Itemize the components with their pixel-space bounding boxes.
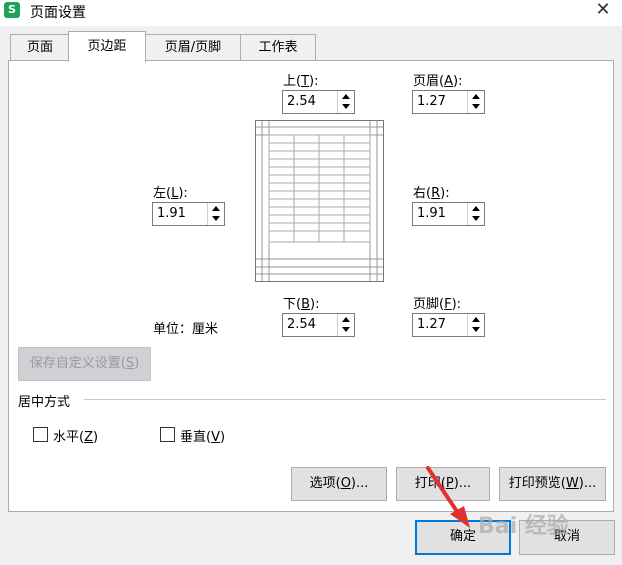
annotation-arrow-icon (426, 466, 470, 528)
page-preview (255, 120, 384, 282)
window-title: 页面设置 (30, 5, 86, 21)
chevron-down-icon[interactable] (472, 216, 480, 221)
right-margin-spinner[interactable]: 1.91 (412, 202, 485, 226)
chevron-up-icon[interactable] (342, 317, 350, 322)
chevron-down-icon[interactable] (212, 216, 220, 221)
tab-margins[interactable]: 页边距 (68, 31, 146, 62)
header-margin-label: 页眉(A): (413, 74, 463, 89)
footer-margin-label: 页脚(F): (413, 297, 462, 312)
chevron-down-icon[interactable] (472, 104, 480, 109)
header-margin-value[interactable]: 1.27 (417, 94, 446, 109)
chevron-up-icon[interactable] (472, 206, 480, 211)
title-bar: S 页面设置 ✕ (0, 0, 622, 26)
right-margin-value[interactable]: 1.91 (417, 206, 446, 221)
options-button[interactable]: 选项(O)... (291, 467, 387, 501)
right-margin-label: 右(R): (413, 186, 450, 201)
watermark: Bai 经验 (478, 514, 569, 539)
tab-page[interactable]: 页面 (10, 34, 70, 60)
right-margin-stepper[interactable] (467, 203, 484, 225)
footer-margin-spinner[interactable]: 1.27 (412, 313, 485, 337)
top-margin-stepper[interactable] (337, 91, 354, 113)
top-margin-label: 上(T): (283, 74, 319, 89)
left-margin-stepper[interactable] (207, 203, 224, 225)
print-preview-button[interactable]: 打印预览(W)... (499, 467, 606, 501)
left-margin-label: 左(L): (153, 186, 188, 201)
horizontal-checkbox[interactable] (33, 427, 48, 442)
header-margin-spinner[interactable]: 1.27 (412, 90, 485, 114)
chevron-up-icon[interactable] (472, 94, 480, 99)
bottom-margin-value[interactable]: 2.54 (287, 317, 316, 332)
vertical-checkbox-label[interactable]: 垂直(V) (180, 426, 225, 445)
chevron-up-icon[interactable] (472, 317, 480, 322)
chevron-up-icon[interactable] (342, 94, 350, 99)
left-margin-spinner[interactable]: 1.91 (152, 202, 225, 226)
app-logo-icon: S (4, 2, 20, 18)
chevron-up-icon[interactable] (212, 206, 220, 211)
bottom-margin-spinner[interactable]: 2.54 (282, 313, 355, 337)
close-icon[interactable]: ✕ (590, 0, 616, 22)
save-custom-settings-button[interactable]: 保存自定义设置(S) (18, 347, 151, 381)
bottom-margin-stepper[interactable] (337, 314, 354, 336)
section-divider (84, 399, 606, 400)
tab-worksheet[interactable]: 工作表 (240, 34, 316, 60)
footer-margin-stepper[interactable] (467, 314, 484, 336)
chevron-down-icon[interactable] (342, 327, 350, 332)
tab-header-footer[interactable]: 页眉/页脚 (144, 34, 242, 60)
top-margin-value[interactable]: 2.54 (287, 94, 316, 109)
bottom-margin-label: 下(B): (283, 297, 320, 312)
center-section-title: 居中方式 (18, 395, 71, 410)
page-preview-diagram (256, 121, 383, 281)
footer-margin-value[interactable]: 1.27 (417, 317, 446, 332)
horizontal-checkbox-label[interactable]: 水平(Z) (53, 426, 98, 445)
chevron-down-icon[interactable] (342, 104, 350, 109)
header-margin-stepper[interactable] (467, 91, 484, 113)
vertical-checkbox[interactable] (160, 427, 175, 442)
chevron-down-icon[interactable] (472, 327, 480, 332)
left-margin-value[interactable]: 1.91 (157, 206, 186, 221)
unit-label: 单位：厘米 (153, 322, 219, 337)
top-margin-spinner[interactable]: 2.54 (282, 90, 355, 114)
